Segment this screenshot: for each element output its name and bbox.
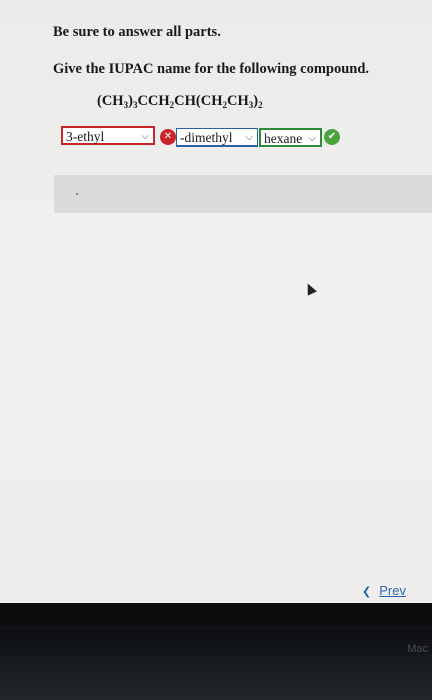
formula-part: CH — [227, 93, 249, 109]
feedback-area — [54, 175, 432, 213]
chevron-down-icon: ⌵ — [308, 133, 316, 144]
formula-part: CH(CH — [174, 93, 223, 109]
answer-dropdown-1[interactable]: 3-ethyl ⌵ — [61, 126, 155, 145]
chemical-formula: (CH3)3CCH2CH(CH2CH3)2 — [97, 93, 263, 110]
answer-dropdown-2[interactable]: -dimethyl ⌵ — [176, 128, 258, 147]
check-circle-icon: ✔ — [324, 129, 340, 145]
bezel-text: Mac — [407, 643, 428, 655]
feedback-dot — [76, 193, 78, 195]
dropdown-value: -dimethyl — [180, 130, 233, 145]
chevron-left-icon: ❮ — [362, 586, 372, 598]
formula-subscript: 2 — [258, 100, 263, 110]
bezel-strip — [0, 603, 432, 625]
monitor-bezel: Mac — [0, 603, 432, 700]
formula-part: (CH — [97, 93, 124, 109]
answer-dropdown-3[interactable]: hexane ⌵ — [259, 128, 322, 147]
formula-part: CCH — [137, 93, 170, 109]
mouse-cursor — [303, 281, 317, 296]
x-circle-icon: ✕ — [160, 129, 176, 145]
instructions-text: Be sure to answer all parts. — [53, 24, 221, 40]
prev-label: Prev — [379, 583, 406, 598]
dropdown-value: 3-ethyl — [66, 129, 105, 144]
chevron-down-icon: ⌵ — [245, 132, 253, 143]
dropdown-value: hexane — [264, 131, 303, 146]
chevron-down-icon: ⌵ — [141, 131, 149, 142]
prev-button[interactable]: ❮ Prev — [362, 583, 406, 598]
question-text: Give the IUPAC name for the following co… — [53, 61, 370, 77]
